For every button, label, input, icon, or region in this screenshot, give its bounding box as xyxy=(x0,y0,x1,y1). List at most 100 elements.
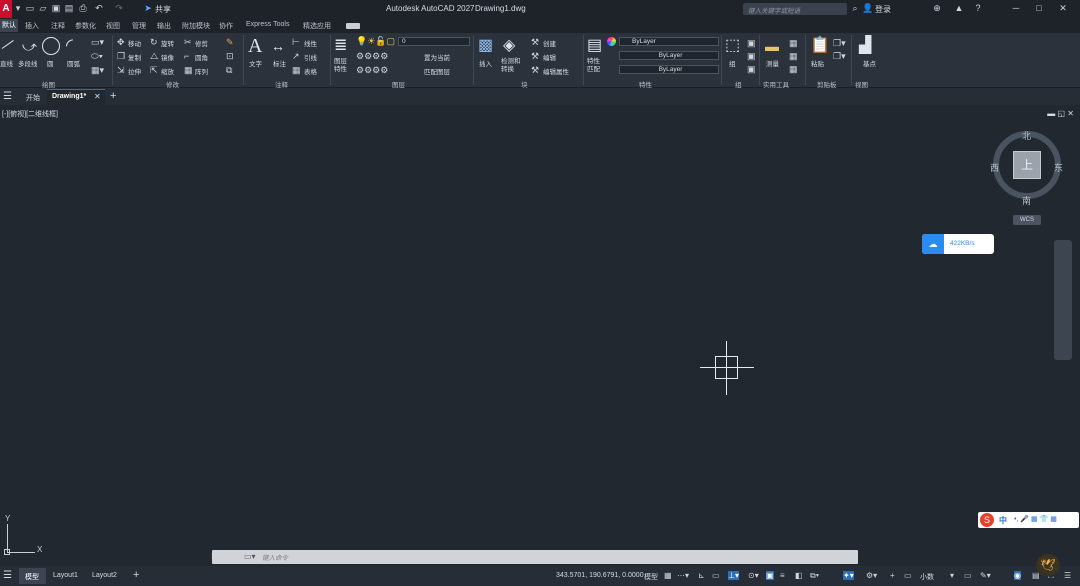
ime-toolbar[interactable]: S 中 •, 🎤 ▦ 👕 ▦ xyxy=(978,512,1079,528)
stretch-icon[interactable]: ⇲ xyxy=(117,65,125,75)
add-icon[interactable]: + xyxy=(890,571,895,580)
ellipse-icon[interactable]: ⬭▾ xyxy=(91,51,103,61)
search-icon[interactable]: ⌕ xyxy=(850,3,860,14)
make-current-button[interactable]: 置为当前 xyxy=(424,52,450,62)
viewcube-top-face[interactable]: 上 xyxy=(1013,151,1041,179)
measure-icon[interactable]: ▬ xyxy=(765,36,779,56)
arc-icon[interactable]: ◜ xyxy=(66,35,73,55)
ortho-icon[interactable]: ⊥▾ xyxy=(728,571,739,580)
tab-toggle-icon[interactable] xyxy=(346,23,360,29)
tab-view[interactable]: 视图 xyxy=(106,21,120,31)
text-button[interactable]: 文字 xyxy=(249,58,262,68)
units-dropdown[interactable]: 小数 xyxy=(920,572,934,582)
tab-parametric[interactable]: 参数化 xyxy=(75,21,96,31)
lineweight-icon[interactable]: ≡ xyxy=(780,571,785,580)
linetype-combo[interactable]: ByLayer xyxy=(619,51,719,60)
model-space-toggle[interactable]: 模型 xyxy=(644,572,658,582)
utility-tools-icon[interactable]: ▦ ▦ ▦ xyxy=(789,37,798,76)
trim-button[interactable]: 修剪 xyxy=(195,38,208,48)
layer-state-icons[interactable]: 💡☀🔓▢ xyxy=(356,36,395,46)
ime-language[interactable]: 中 xyxy=(999,515,1007,526)
tab-express-tools[interactable]: Express Tools xyxy=(246,21,289,28)
edit-attr-icon[interactable]: ⚒ xyxy=(531,65,539,75)
offset-icon[interactable]: ⧉ xyxy=(226,65,232,75)
rectangle-icon[interactable]: ▭▾ xyxy=(91,37,104,47)
close-icon[interactable]: ✕ xyxy=(1058,3,1068,14)
navigation-bar[interactable] xyxy=(1054,240,1072,360)
create-block-button[interactable]: 创建 xyxy=(543,38,556,48)
copy-icon[interactable]: ❐ xyxy=(117,51,125,61)
selection-cycling-icon[interactable]: ⧉▾ xyxy=(810,571,819,581)
tab-layout2[interactable]: Layout2 xyxy=(92,572,117,579)
clean-screen-icon[interactable]: ◉ xyxy=(1014,571,1021,580)
base-view-icon[interactable]: ▟ xyxy=(859,36,871,56)
scale-button[interactable]: 缩放 xyxy=(161,66,174,76)
add-layout-icon[interactable]: + xyxy=(133,569,139,581)
leader-button[interactable]: 引线 xyxy=(304,52,317,62)
minimize-icon[interactable]: ─ xyxy=(1011,3,1021,14)
line-icon[interactable] xyxy=(1,40,14,49)
undo-icon[interactable]: ↶ xyxy=(94,3,104,14)
hatch-icon[interactable]: ▦▾ xyxy=(91,65,104,75)
command-history-icon[interactable]: ▭▾ xyxy=(244,552,256,561)
app-logo[interactable]: A xyxy=(0,0,12,18)
help-icon[interactable]: ? xyxy=(973,3,983,14)
app-menu-chevron-icon[interactable]: ▾ xyxy=(13,3,23,14)
copy-clip-icon[interactable]: ❐▾ ❐▾ xyxy=(833,37,846,63)
leader-icon[interactable]: ↗ xyxy=(292,51,300,61)
compass-north[interactable]: 北 xyxy=(1022,129,1031,142)
save-as-icon[interactable]: ▤ xyxy=(64,3,74,14)
network-speed-widget[interactable]: ☁ 422KB/s xyxy=(922,234,994,254)
move-icon[interactable]: ✥ xyxy=(117,37,125,47)
color-combo[interactable]: ByLayer xyxy=(619,37,719,46)
scale-icon[interactable]: ⇱ xyxy=(150,65,158,75)
linear-icon[interactable]: ⊢ xyxy=(292,37,300,47)
base-button[interactable]: 基点 xyxy=(863,58,876,68)
layout-menu-icon[interactable]: ☰ xyxy=(3,570,12,581)
match-layer-button[interactable]: 匹配图层 xyxy=(424,66,450,76)
autodesk-icon[interactable]: ▲ xyxy=(954,3,964,14)
tab-manage[interactable]: 管理 xyxy=(132,21,146,31)
linear-button[interactable]: 线性 xyxy=(304,38,317,48)
save-icon[interactable]: ▣ xyxy=(51,3,61,14)
user-icon[interactable]: 👤 xyxy=(862,3,873,14)
insert-block-icon[interactable]: ▩ xyxy=(478,36,493,56)
snap-icon[interactable]: ⋯▾ xyxy=(677,571,689,580)
arc-button[interactable]: 圆弧 xyxy=(67,58,80,68)
infer-icon[interactable]: ⊾ xyxy=(698,571,705,580)
dimension-icon[interactable]: ↔ xyxy=(271,36,285,56)
wcs-menu[interactable]: WCS xyxy=(1013,215,1041,225)
workspace-icon[interactable]: ⚙▾ xyxy=(866,571,877,580)
tab-annotate[interactable]: 注释 xyxy=(51,21,65,31)
viewport-controls-label[interactable]: [-][俯视][二维线框] xyxy=(2,109,58,119)
print-icon[interactable]: ⎙ xyxy=(78,3,88,14)
tab-home[interactable]: 默认 xyxy=(0,19,18,32)
line-button[interactable]: 直线 xyxy=(0,58,13,68)
drawing-viewport[interactable]: [-][俯视][二维线框] ▬ ◱ ✕ xyxy=(0,106,1080,566)
maximize-icon[interactable]: □ xyxy=(1034,3,1044,14)
ime-tool-icons[interactable]: •, 🎤 ▦ 👕 ▦ xyxy=(1014,515,1057,523)
annotation-visibility-icon[interactable]: ✦▾ xyxy=(843,571,854,580)
transparency-icon[interactable]: ◧ xyxy=(795,571,803,580)
tab-featured-apps[interactable]: 精选应用 xyxy=(303,21,331,31)
inspect-icon[interactable]: ◈ xyxy=(503,36,515,56)
tab-drawing1[interactable]: Drawing1* ✕ xyxy=(47,89,105,105)
search-box[interactable]: 键入关键字或短语 xyxy=(743,3,847,15)
quick-props-icon[interactable]: ▭ xyxy=(964,571,972,580)
tab-output[interactable]: 输出 xyxy=(157,21,171,31)
redo-icon[interactable]: ↷ xyxy=(114,3,124,14)
sogou-logo-icon[interactable]: S xyxy=(980,513,994,527)
isolate-icon[interactable]: ▭ xyxy=(904,571,912,580)
circle-icon[interactable] xyxy=(42,37,60,55)
rotate-icon[interactable]: ↻ xyxy=(150,37,158,47)
lineweight-combo[interactable]: ByLayer xyxy=(619,65,719,74)
fillet-icon[interactable]: ⌐ xyxy=(184,51,189,61)
paste-icon[interactable]: 📋 xyxy=(810,36,830,56)
move-button[interactable]: 移动 xyxy=(128,38,141,48)
color-wheel-icon[interactable] xyxy=(607,37,616,46)
polyline-icon[interactable]: ⤻ xyxy=(22,36,37,56)
osnap-icon[interactable]: ▣ xyxy=(766,571,774,580)
tab-start[interactable]: 开始 xyxy=(26,93,40,103)
layer-properties-button[interactable]: 图层特性 xyxy=(334,58,352,74)
paste-button[interactable]: 粘贴 xyxy=(811,58,824,68)
